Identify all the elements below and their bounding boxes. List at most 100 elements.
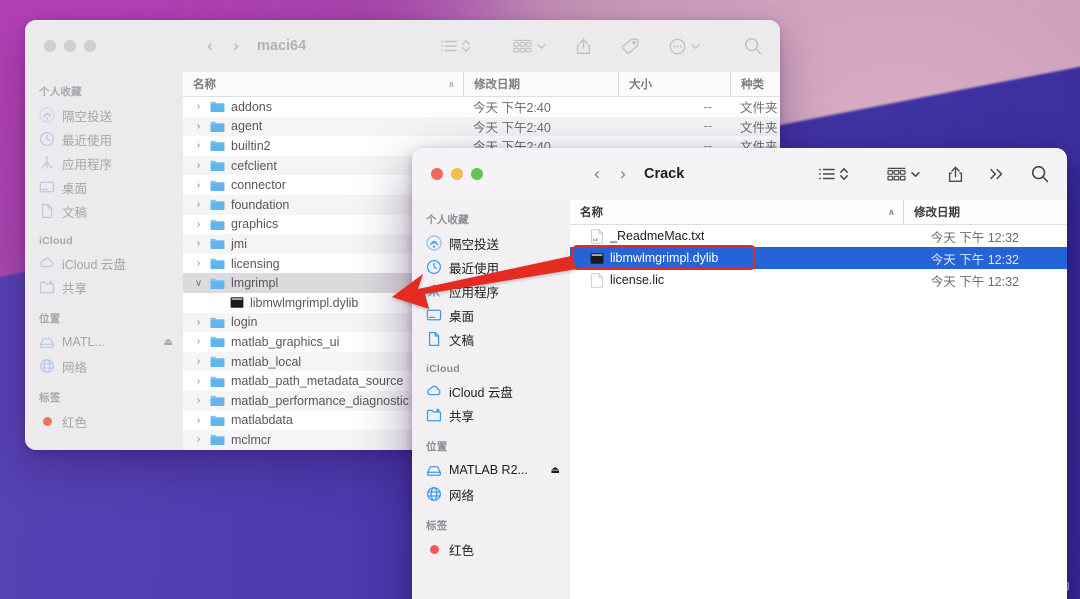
sidebar-item-network-globe[interactable]: 网络 — [25, 354, 183, 378]
column-header-name[interactable]: 名称 ∧ — [183, 72, 463, 96]
column-header-date[interactable]: 修改日期 — [903, 200, 1067, 224]
sidebar-item-shared-folder[interactable]: 共享 — [412, 403, 570, 427]
sidebar-item-label: 应用程序 — [449, 285, 500, 300]
disclosure-triangle-icon[interactable]: › — [193, 356, 204, 367]
disclosure-triangle-icon[interactable]: › — [193, 238, 204, 249]
column-header-size[interactable]: 大小 — [618, 72, 730, 96]
forward-navigation-button[interactable]: › — [610, 164, 636, 184]
sidebar-item-airdrop[interactable]: 隔空投送 — [25, 103, 183, 127]
sidebar-group-title: iCloud — [39, 235, 73, 247]
sidebar-item-applications[interactable]: 应用程序 — [412, 279, 570, 303]
overflow-chevrons-icon[interactable] — [989, 167, 1005, 181]
group-by-chevron-down-icon[interactable] — [537, 43, 546, 50]
row-date-cell: 今天 下午 12:32 — [930, 252, 1019, 267]
sidebar-item-desktop[interactable]: 桌面 — [412, 303, 570, 327]
row-name-cell[interactable]: › addons — [183, 100, 463, 114]
close-button[interactable] — [431, 168, 443, 180]
disclosure-triangle-icon[interactable]: › — [193, 121, 204, 132]
disclosure-triangle-icon[interactable]: ∨ — [193, 278, 204, 289]
sidebar-item-applications[interactable]: 应用程序 — [25, 151, 183, 175]
sidebar-item-network-globe[interactable]: 网络 — [412, 482, 570, 506]
more-actions-icon[interactable] — [669, 38, 686, 55]
sidebar-item-recents-clock[interactable]: 最近使用 — [25, 127, 183, 151]
row-name-cell[interactable]: license.lic — [570, 272, 903, 288]
sidebar-item-external-disk[interactable]: MATL... ⏏ — [25, 330, 183, 354]
forward-navigation-button[interactable]: › — [223, 36, 249, 56]
column-header-date[interactable]: 修改日期 — [463, 72, 618, 96]
sidebar-item-label: 红色 — [62, 415, 88, 430]
search-icon[interactable] — [1031, 165, 1049, 183]
back-window-column-headers[interactable]: 名称 ∧ 修改日期 大小 种类 — [183, 72, 780, 97]
sidebar-item-tag-dot-red[interactable]: 红色 — [412, 537, 570, 561]
file-name-label: lmgrimpl — [231, 276, 279, 291]
eject-icon[interactable]: ⏏ — [164, 337, 173, 348]
minimize-button[interactable] — [64, 40, 76, 52]
disclosure-triangle-icon[interactable]: › — [193, 160, 204, 171]
list-view-icon[interactable] — [818, 167, 835, 181]
disclosure-triangle-icon[interactable]: › — [193, 199, 204, 210]
sidebar-item-airdrop[interactable]: 隔空投送 — [412, 231, 570, 255]
disclosure-triangle-icon[interactable]: › — [193, 219, 204, 230]
finder-window-crack[interactable]: ‹ › Crack 个人收藏 隔空投送 最近使用 应用程序 桌面 文稿 iClo… — [412, 148, 1067, 599]
front-window-file-list[interactable]: _ReadmeMac.txt 今天 下午 12:32 libmwlmgrimpl… — [570, 225, 1067, 599]
group-by-chevron-down-icon[interactable] — [911, 171, 920, 178]
table-row[interactable]: _ReadmeMac.txt 今天 下午 12:32 — [570, 225, 1067, 247]
disclosure-triangle-icon[interactable]: › — [193, 317, 204, 328]
external-disk-icon — [39, 334, 55, 350]
zoom-button[interactable] — [84, 40, 96, 52]
group-by-icon[interactable] — [887, 167, 906, 182]
file-name-label: _ReadmeMac.txt — [610, 229, 705, 243]
sidebar-group-title: 个人收藏 — [426, 214, 469, 226]
airdrop-icon — [39, 107, 55, 123]
row-name-cell[interactable]: libmwlmgrimpl.dylib — [570, 251, 903, 266]
tag-icon[interactable] — [621, 38, 639, 54]
sidebar-item-recents-clock[interactable]: 最近使用 — [412, 255, 570, 279]
column-header-label: 名称 — [193, 79, 216, 91]
disclosure-triangle-icon[interactable]: › — [193, 395, 204, 406]
recents-clock-icon — [39, 131, 55, 147]
share-icon[interactable] — [948, 165, 963, 183]
sidebar-item-label: 共享 — [449, 409, 475, 424]
close-button[interactable] — [44, 40, 56, 52]
disclosure-triangle-icon[interactable]: › — [193, 376, 204, 387]
table-row[interactable]: › agent 今天 下午2:40 -- 文件夹 — [183, 116, 780, 137]
back-navigation-button[interactable]: ‹ — [197, 36, 223, 56]
table-row[interactable]: › addons 今天 下午2:40 -- 文件夹 — [183, 97, 780, 117]
sort-chevrons-icon[interactable] — [461, 38, 471, 54]
eject-icon[interactable]: ⏏ — [551, 465, 560, 476]
disclosure-triangle-icon[interactable]: › — [193, 180, 204, 191]
zoom-button[interactable] — [471, 168, 483, 180]
back-window-sidebar[interactable]: 个人收藏 隔空投送 最近使用 应用程序 桌面 文稿 iCloud iCloud … — [25, 72, 183, 450]
sidebar-item-icloud-drive[interactable]: iCloud 云盘 — [412, 379, 570, 403]
sort-chevrons-icon[interactable] — [839, 166, 849, 182]
sidebar-item-documents[interactable]: 文稿 — [25, 199, 183, 223]
disclosure-triangle-icon[interactable]: › — [193, 434, 204, 445]
list-view-icon[interactable] — [440, 39, 457, 53]
sidebar-item-desktop[interactable]: 桌面 — [25, 175, 183, 199]
table-row[interactable]: license.lic 今天 下午 12:32 — [570, 269, 1067, 291]
disclosure-triangle-icon[interactable]: › — [193, 140, 204, 151]
sidebar-item-icloud-drive[interactable]: iCloud 云盘 — [25, 251, 183, 275]
sidebar-item-shared-folder[interactable]: 共享 — [25, 275, 183, 299]
more-actions-chevron-down-icon[interactable] — [691, 43, 700, 50]
file-name-label: matlab_path_metadata_source — [231, 374, 404, 389]
column-header-kind[interactable]: 种类 — [730, 72, 780, 96]
column-header-name[interactable]: 名称 ∧ — [570, 200, 903, 224]
sidebar-item-tag-dot-red[interactable]: 红色 — [25, 409, 183, 433]
table-row[interactable]: libmwlmgrimpl.dylib 今天 下午 12:32 — [570, 247, 1067, 269]
disclosure-triangle-icon[interactable]: › — [193, 258, 204, 269]
front-window-sidebar[interactable]: 个人收藏 隔空投送 最近使用 应用程序 桌面 文稿 iCloud iCloud … — [412, 200, 570, 599]
minimize-button[interactable] — [451, 168, 463, 180]
front-window-column-headers[interactable]: 名称 ∧ 修改日期 — [570, 200, 1067, 225]
row-name-cell[interactable]: _ReadmeMac.txt — [570, 228, 903, 244]
back-navigation-button[interactable]: ‹ — [584, 164, 610, 184]
search-icon[interactable] — [744, 37, 762, 55]
group-by-icon[interactable] — [513, 39, 532, 54]
row-name-cell[interactable]: › agent — [183, 119, 463, 133]
disclosure-triangle-icon[interactable]: › — [193, 415, 204, 426]
share-icon[interactable] — [576, 37, 591, 55]
disclosure-triangle-icon[interactable]: › — [193, 101, 204, 112]
sidebar-item-documents[interactable]: 文稿 — [412, 327, 570, 351]
disclosure-triangle-icon[interactable]: › — [193, 336, 204, 347]
sidebar-item-external-disk[interactable]: MATLAB R2... ⏏ — [412, 458, 570, 482]
